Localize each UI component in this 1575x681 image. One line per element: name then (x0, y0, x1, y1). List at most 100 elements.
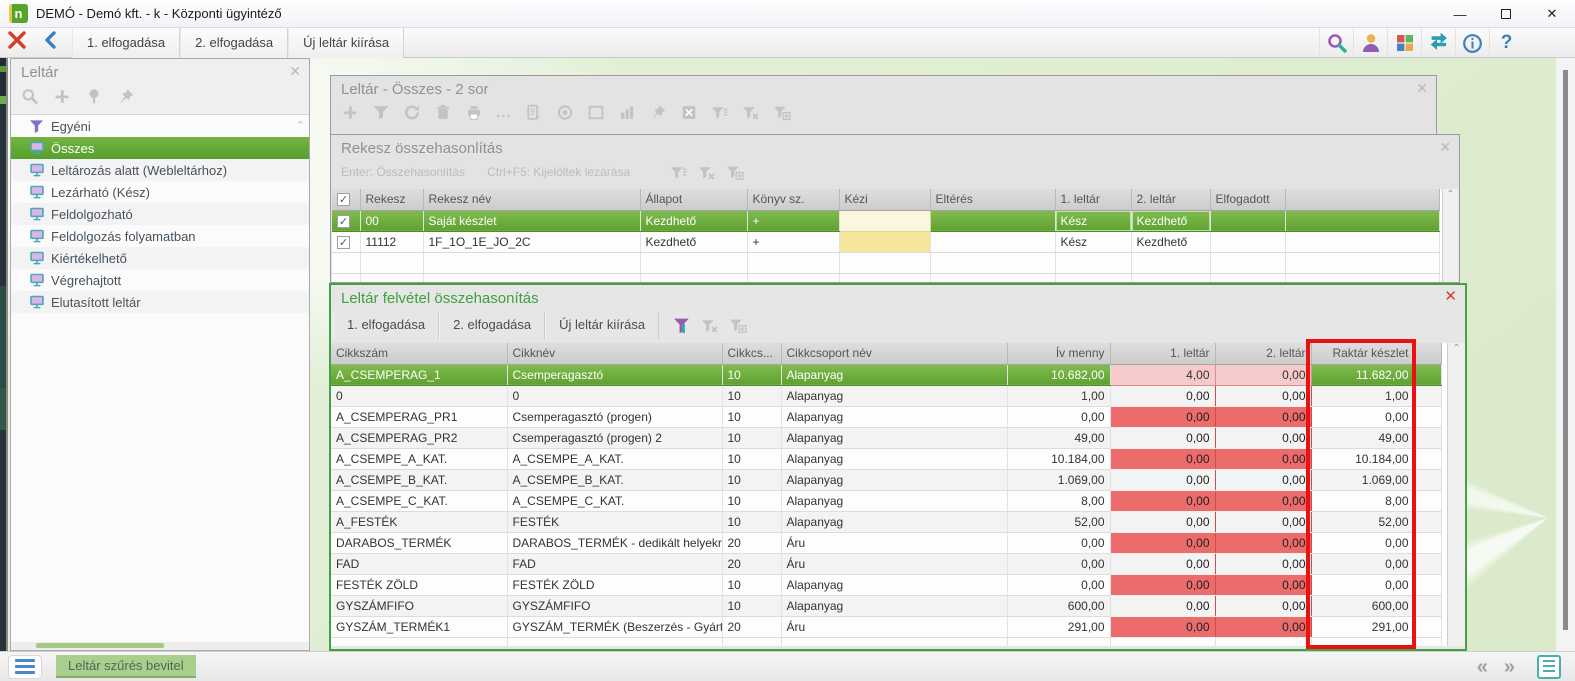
sidebar-item-4[interactable]: Feldolgozható (11, 203, 309, 225)
felvetel-cell[interactable]: 10 (722, 574, 781, 595)
felvetel-cell[interactable]: 10 (722, 427, 781, 448)
user-button[interactable] (1353, 28, 1387, 58)
felvetel-cell[interactable]: 52,00 (1007, 511, 1110, 532)
filter-add-icon[interactable] (729, 317, 747, 333)
felvetel-cell[interactable]: 10 (722, 385, 781, 406)
felvetel-row[interactable]: A_FESTÉKFESTÉK10Alapanyag52,000,000,0052… (331, 511, 1441, 532)
felvetel-cell[interactable]: 10.184,00 (1007, 448, 1110, 469)
rekesz-col-header[interactable]: Rekesz név (423, 189, 640, 210)
felvetel-col-header[interactable]: Ív menny (1007, 343, 1110, 364)
felvetel-cell[interactable]: FAD (507, 553, 722, 574)
felvetel-cell[interactable]: 10 (722, 406, 781, 427)
toolbar-tab-3[interactable]: Új leltár kiírása (288, 28, 404, 58)
transfer-button[interactable] (1421, 28, 1455, 58)
back-button[interactable] (34, 31, 66, 54)
felvetel-cell[interactable]: 20 (722, 553, 781, 574)
rekesz-cell[interactable]: ✓ (332, 231, 360, 252)
felvetel-row[interactable]: GYSZÁMFIFOGYSZÁMFIFO10Alapanyag600,000,0… (331, 595, 1441, 616)
print-icon[interactable] (465, 105, 483, 121)
felvetel-button-2[interactable]: 2. elfogadása (439, 311, 545, 339)
close-button[interactable]: ✕ (1529, 0, 1575, 28)
info-button[interactable] (1455, 28, 1489, 58)
felvetel-cell[interactable]: 10.682,00 (1007, 364, 1110, 385)
felvetel-cell[interactable]: 0,00 (1215, 406, 1311, 427)
maximize-button[interactable] (1483, 0, 1529, 28)
felvetel-cell[interactable]: Alapanyag (781, 427, 1007, 448)
toolbar-tab-1[interactable]: 1. elfogadása (72, 28, 180, 58)
sidebar-scroll-up-icon[interactable]: ⌃ (296, 119, 305, 132)
felvetel-row[interactable]: DARABOS_TERMÉKDARABOS_TERMÉK - dedikált … (331, 532, 1441, 553)
rekesz-cell[interactable]: + (747, 231, 839, 252)
felvetel-cell[interactable]: 1.069,00 (1007, 469, 1110, 490)
rekesz-cell[interactable]: 11112 (360, 231, 423, 252)
rekesz-scroll-up-icon[interactable]: ⌃ (1446, 189, 1454, 200)
felvetel-cell[interactable]: 1,00 (1311, 385, 1414, 406)
rekesz-cell[interactable]: Kezdhető (1131, 210, 1210, 231)
rekesz-col-header[interactable]: Elfogadott (1210, 189, 1285, 210)
felvetel-cell[interactable]: 0 (507, 385, 722, 406)
felvetel-row[interactable]: 0010Alapanyag1,000,000,001,00 (331, 385, 1441, 406)
search-icon[interactable] (21, 88, 39, 104)
felvetel-cell[interactable]: A_CSEMPERAG_PR2 (331, 427, 507, 448)
window-icon[interactable] (587, 105, 605, 121)
felvetel-cell[interactable]: 0,00 (1215, 364, 1311, 385)
felvetel-cell[interactable]: 0,00 (1311, 406, 1414, 427)
rekesz-close-icon[interactable]: ✕ (1439, 140, 1451, 154)
felvetel-cell[interactable]: GYSZÁM_TERMÉK (Beszerzés - Gyártó (507, 616, 722, 637)
felvetel-cell[interactable]: A_CSEMPE_A_KAT. (507, 448, 722, 469)
felvetel-cell[interactable]: 10 (722, 595, 781, 616)
felvetel-cell[interactable]: 1,00 (1007, 385, 1110, 406)
felvetel-cell[interactable]: DARABOS_TERMÉK (331, 532, 507, 553)
felvetel-cell[interactable] (1414, 385, 1441, 406)
add-icon[interactable] (53, 88, 71, 104)
rekesz-col-header[interactable]: Eltérés (930, 189, 1055, 210)
excel-icon[interactable] (680, 105, 698, 121)
filter-rows-icon[interactable] (711, 105, 729, 121)
felvetel-cell[interactable]: 0,00 (1110, 553, 1215, 574)
felvetel-cell[interactable]: A_FESTÉK (331, 511, 507, 532)
felvetel-cell[interactable]: A_CSEMPE_A_KAT. (331, 448, 507, 469)
felvetel-cell[interactable]: 0,00 (1007, 553, 1110, 574)
page-prev-button[interactable]: « (1477, 656, 1488, 679)
rekesz-cell[interactable]: Kezdhető (640, 231, 747, 252)
page-next-button[interactable]: » (1504, 656, 1515, 679)
felvetel-cell[interactable]: 10 (722, 469, 781, 490)
felvetel-cell[interactable]: FESTÉK ZÖLD (331, 574, 507, 595)
felvetel-col-header[interactable]: Cikknév (507, 343, 722, 364)
sidebar-item-2[interactable]: Leltározás alatt (Webleltárhoz) (11, 159, 309, 181)
felvetel-cell[interactable]: 0 (331, 385, 507, 406)
felvetel-cell[interactable]: 20 (722, 616, 781, 637)
felvetel-cell[interactable]: 0,00 (1007, 406, 1110, 427)
felvetel-cell[interactable]: Alapanyag (781, 406, 1007, 427)
felvetel-cell[interactable]: A_CSEMPE_C_KAT. (331, 490, 507, 511)
report-icon[interactable] (525, 105, 543, 121)
sidebar-item-5[interactable]: Feldolgozás folyamatban (11, 225, 309, 247)
felvetel-col-header[interactable]: Cikkcs... (722, 343, 781, 364)
felvetel-cell[interactable]: Áru (781, 553, 1007, 574)
minimize-button[interactable]: — (1437, 0, 1483, 28)
rekesz-cell[interactable] (839, 210, 930, 231)
felvetel-button-3[interactable]: Új leltár kiírása (545, 311, 659, 339)
felvetel-cell[interactable]: 0,00 (1215, 595, 1311, 616)
felvetel-vscrollbar[interactable]: ⌃ (1447, 343, 1465, 646)
felvetel-cell[interactable]: 0,00 (1110, 385, 1215, 406)
sidebar-hscroll-thumb[interactable] (36, 643, 164, 648)
felvetel-cell[interactable]: 10 (722, 511, 781, 532)
felvetel-cell[interactable]: 0,00 (1110, 616, 1215, 637)
rekesz-col-header[interactable]: 2. leltár (1131, 189, 1210, 210)
felvetel-cell[interactable] (1414, 532, 1441, 553)
felvetel-cell[interactable]: 0,00 (1110, 595, 1215, 616)
felvetel-cell[interactable]: 0,00 (1110, 427, 1215, 448)
filter-active-icon[interactable] (673, 317, 691, 333)
rekesz-cell[interactable] (1285, 231, 1439, 252)
felvetel-col-header[interactable]: Cikkszám (331, 343, 507, 364)
felvetel-cell[interactable] (1414, 616, 1441, 637)
felvetel-cell[interactable]: 0,00 (1311, 532, 1414, 553)
target-icon[interactable] (556, 105, 574, 121)
felvetel-cell[interactable]: 10 (722, 448, 781, 469)
rekesz-cell[interactable] (930, 231, 1055, 252)
rekesz-cell[interactable]: + (747, 210, 839, 231)
felvetel-cell[interactable]: 49,00 (1311, 427, 1414, 448)
felvetel-cell[interactable]: 49,00 (1007, 427, 1110, 448)
felvetel-cell[interactable]: Csemperagasztó (507, 364, 722, 385)
